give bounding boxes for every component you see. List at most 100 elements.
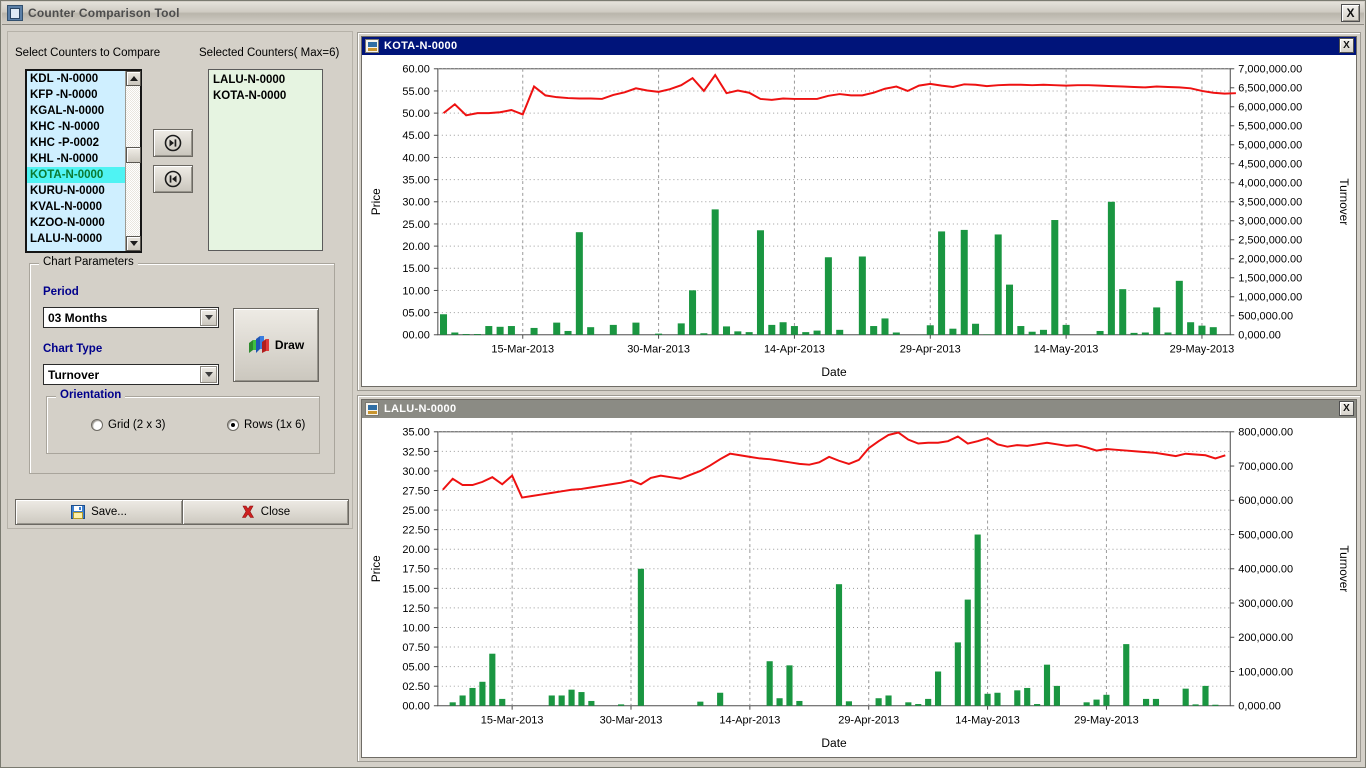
- svg-text:15-Mar-2013: 15-Mar-2013: [481, 715, 544, 727]
- svg-text:00.00: 00.00: [402, 701, 429, 713]
- svg-text:30-Mar-2013: 30-Mar-2013: [627, 344, 690, 356]
- svg-text:15.00: 15.00: [402, 583, 429, 595]
- chart-type-select[interactable]: Turnover: [43, 364, 219, 385]
- svg-text:500,000.00: 500,000.00: [1238, 311, 1293, 323]
- scrollbar-thumb[interactable]: [126, 147, 141, 163]
- svg-text:5,000,000.00: 5,000,000.00: [1238, 140, 1302, 152]
- available-counter-item[interactable]: KOTA-N-0000: [27, 167, 140, 183]
- svg-text:Date: Date: [821, 365, 847, 379]
- svg-text:4,500,000.00: 4,500,000.00: [1238, 159, 1302, 171]
- save-button[interactable]: Save...: [15, 499, 182, 525]
- svg-text:2,500,000.00: 2,500,000.00: [1238, 235, 1302, 247]
- svg-text:14-Apr-2013: 14-Apr-2013: [719, 715, 780, 727]
- draw-button[interactable]: Draw: [233, 308, 319, 382]
- svg-text:20.00: 20.00: [402, 544, 429, 556]
- svg-text:Date: Date: [821, 736, 847, 750]
- chart-2-canvas[interactable]: 00.00 02.50 05.00 07.50 10.00 12.50 15.00 17.50…: [362, 418, 1356, 757]
- available-counter-item[interactable]: KDL -N-0000: [27, 71, 140, 87]
- svg-text:07.50: 07.50: [402, 642, 429, 654]
- svg-text:7,000,000.00: 7,000,000.00: [1238, 64, 1302, 76]
- internal-window-2-close-button[interactable]: X: [1339, 401, 1354, 416]
- save-icon: [71, 505, 86, 519]
- svg-text:14-May-2013: 14-May-2013: [955, 715, 1020, 727]
- svg-text:14-Apr-2013: 14-Apr-2013: [764, 344, 825, 356]
- svg-text:Price: Price: [369, 188, 383, 215]
- chart-icon: [248, 336, 269, 353]
- internal-window-1-titlebar: KOTA-N-0000 X: [362, 37, 1356, 55]
- close-x-icon: [241, 505, 254, 518]
- draw-button-label: Draw: [274, 338, 305, 352]
- svg-text:Price: Price: [369, 555, 383, 582]
- available-counter-item[interactable]: LALU-N-0000: [27, 231, 140, 247]
- close-button[interactable]: Close: [182, 499, 349, 525]
- available-counter-item[interactable]: KURU-N-0000: [27, 183, 140, 199]
- available-counter-item[interactable]: KHL -N-0000: [27, 151, 140, 167]
- radio-rows[interactable]: [227, 419, 239, 431]
- svg-text:2,000,000.00: 2,000,000.00: [1238, 254, 1302, 266]
- available-counters-scrollbar[interactable]: [125, 71, 141, 251]
- svg-text:200,000.00: 200,000.00: [1238, 632, 1293, 644]
- available-counter-item[interactable]: KZOO-N-0000: [27, 215, 140, 231]
- selected-counters-list[interactable]: LALU-N-0000 KOTA-N-0000: [208, 69, 323, 251]
- svg-text:0,000.00: 0,000.00: [1238, 330, 1281, 342]
- orientation-grid-label: Grid (2 x 3): [108, 419, 166, 431]
- internal-window-1-close-button[interactable]: X: [1339, 38, 1354, 53]
- svg-text:Turnover: Turnover: [1337, 178, 1351, 225]
- svg-text:400,000.00: 400,000.00: [1238, 564, 1293, 576]
- svg-text:27.50: 27.50: [402, 486, 429, 498]
- footer-button-bar: Save... Close: [15, 499, 349, 525]
- scroll-down-button[interactable]: [126, 236, 141, 251]
- orientation-rows-label: Rows (1x 6): [244, 419, 306, 431]
- available-counter-item[interactable]: KGAL-N-0000: [27, 103, 140, 119]
- add-counter-button[interactable]: [153, 129, 193, 157]
- chevron-down-icon[interactable]: [200, 309, 217, 326]
- svg-text:0,000.00: 0,000.00: [1238, 701, 1281, 713]
- chart-type-label: Chart Type: [43, 343, 103, 355]
- chart-1-plot: 00.00 05.00 10.00 15.00 20.00 25.00 30.00 35.00…: [369, 64, 1351, 379]
- svg-text:60.00: 60.00: [402, 64, 429, 76]
- svg-text:10.00: 10.00: [402, 622, 429, 634]
- svg-text:700,000.00: 700,000.00: [1238, 461, 1293, 473]
- svg-text:600,000.00: 600,000.00: [1238, 495, 1293, 507]
- orientation-option-grid[interactable]: Grid (2 x 3): [91, 419, 166, 431]
- svg-text:30.00: 30.00: [402, 197, 429, 209]
- svg-text:3,000,000.00: 3,000,000.00: [1238, 216, 1302, 228]
- available-counter-item[interactable]: KFP -N-0000: [27, 87, 140, 103]
- internal-window-2-titlebar: LALU-N-0000 X: [362, 400, 1356, 418]
- application-window: Counter Comparison Tool X Select Counter…: [0, 0, 1366, 768]
- internal-window-2-title: LALU-N-0000: [384, 403, 457, 415]
- svg-text:30.00: 30.00: [402, 466, 429, 478]
- svg-text:22.50: 22.50: [402, 525, 429, 537]
- skip-forward-icon: [164, 134, 182, 152]
- scroll-up-button[interactable]: [126, 71, 141, 86]
- svg-text:6,500,000.00: 6,500,000.00: [1238, 83, 1302, 95]
- svg-text:50.00: 50.00: [402, 108, 429, 120]
- available-counter-item[interactable]: KHC -P-0002: [27, 135, 140, 151]
- orientation-group: Orientation Grid (2 x 3) Rows (1x 6): [46, 389, 320, 454]
- chevron-down-icon[interactable]: [200, 366, 217, 383]
- orientation-option-rows[interactable]: Rows (1x 6): [227, 419, 305, 431]
- radio-grid[interactable]: [91, 419, 103, 431]
- period-select[interactable]: 03 Months: [43, 307, 219, 328]
- available-counter-item[interactable]: KHC -N-0000: [27, 119, 140, 135]
- svg-text:500,000.00: 500,000.00: [1238, 530, 1293, 542]
- svg-text:05.00: 05.00: [402, 308, 429, 320]
- selected-counters-label: Selected Counters( Max=6): [199, 47, 340, 59]
- chart-type-value: Turnover: [48, 367, 100, 382]
- svg-text:45.00: 45.00: [402, 130, 429, 142]
- selected-counter-item[interactable]: KOTA-N-0000: [211, 88, 320, 104]
- window-close-button[interactable]: X: [1341, 4, 1360, 22]
- svg-text:55.00: 55.00: [402, 86, 429, 98]
- remove-counter-button[interactable]: [153, 165, 193, 193]
- svg-text:Turnover: Turnover: [1337, 545, 1351, 592]
- selected-counter-item[interactable]: LALU-N-0000: [211, 72, 320, 88]
- svg-text:00.00: 00.00: [402, 330, 429, 342]
- save-button-label: Save...: [91, 506, 127, 518]
- period-label: Period: [43, 286, 79, 298]
- window-title: Counter Comparison Tool: [28, 6, 180, 20]
- svg-text:300,000.00: 300,000.00: [1238, 598, 1293, 610]
- available-counter-item[interactable]: KVAL-N-0000: [27, 199, 140, 215]
- svg-text:14-May-2013: 14-May-2013: [1034, 344, 1099, 356]
- svg-text:30-Mar-2013: 30-Mar-2013: [600, 715, 663, 727]
- chart-1-canvas[interactable]: 00.00 05.00 10.00 15.00 20.00 25.00 30.00 35.00…: [362, 55, 1356, 386]
